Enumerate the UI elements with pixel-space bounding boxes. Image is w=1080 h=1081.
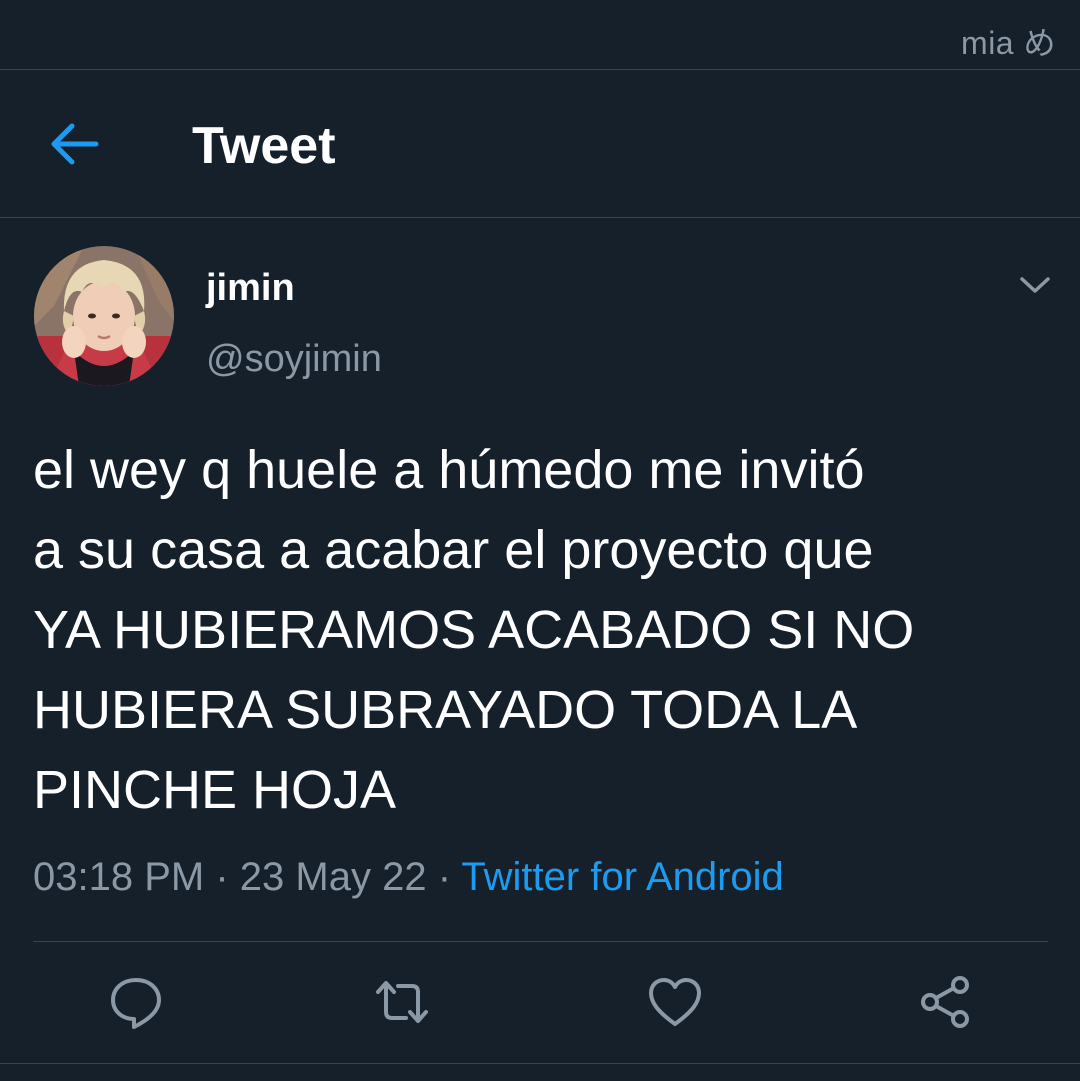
tweet-metadata: 03:18 PM · 23 May 22 · Twitter for Andro… bbox=[33, 855, 784, 900]
header-divider bbox=[0, 217, 1080, 218]
heart-icon bbox=[649, 978, 701, 1026]
arrow-left-icon bbox=[51, 123, 99, 165]
retweet-icon bbox=[376, 981, 428, 1023]
more-options-button[interactable] bbox=[1016, 270, 1054, 300]
tweet-text: el wey q huele a húmedo me invitó a su c… bbox=[33, 440, 915, 820]
share-button[interactable] bbox=[914, 970, 978, 1034]
page-title: Tweet bbox=[192, 117, 336, 175]
tweet-source-link[interactable]: Twitter for Android bbox=[461, 855, 783, 899]
author-display-name[interactable]: jimin bbox=[206, 267, 295, 310]
watermark-text: mia め bbox=[961, 25, 1056, 61]
actions-divider bbox=[33, 941, 1048, 942]
avatar[interactable] bbox=[34, 246, 174, 386]
tweet-date: 23 May 22 bbox=[239, 855, 427, 899]
reply-icon bbox=[111, 978, 161, 1029]
tweet-time: 03:18 PM bbox=[33, 855, 205, 899]
meta-separator: · bbox=[437, 855, 452, 899]
chevron-down-icon bbox=[1020, 277, 1050, 293]
like-button[interactable] bbox=[643, 970, 707, 1034]
meta-separator: · bbox=[215, 855, 229, 899]
author-handle[interactable]: @soyjimin bbox=[206, 338, 382, 381]
retweet-button[interactable] bbox=[370, 970, 434, 1034]
reply-button[interactable] bbox=[104, 970, 168, 1034]
tweet-header: Tweet bbox=[0, 70, 1080, 217]
bottom-divider bbox=[0, 1063, 1080, 1064]
share-icon bbox=[921, 976, 969, 1028]
back-button[interactable] bbox=[48, 120, 100, 168]
